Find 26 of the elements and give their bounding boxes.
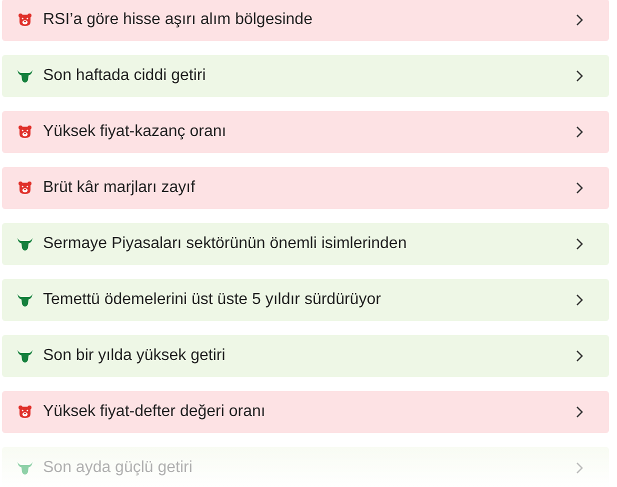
chevron-right-icon xyxy=(576,14,583,26)
bull-head-icon xyxy=(17,349,33,363)
chevron-right-icon xyxy=(576,126,583,138)
bear-face-icon xyxy=(18,405,32,419)
signal-row[interactable]: RSI’a göre hisse aşırı alım bölgesinde xyxy=(2,0,609,41)
signal-row[interactable]: Yüksek fiyat-defter değeri oranı xyxy=(2,391,609,433)
bull-head-icon xyxy=(17,69,33,83)
chevron-right-icon xyxy=(576,182,583,194)
bull-head-icon xyxy=(17,293,33,307)
chevron-right-icon xyxy=(576,462,583,474)
bear-face-icon xyxy=(18,13,32,27)
signal-row[interactable]: Sermaye Piyasaları sektörünün önemli isimlerinden xyxy=(2,223,609,265)
signal-row[interactable]: Son bir yılda yüksek getiri xyxy=(2,335,609,377)
bull-head-icon xyxy=(17,237,33,251)
chevron-right-icon xyxy=(576,238,583,250)
chevron-right-icon xyxy=(576,350,583,362)
signal-row[interactable]: Son haftada ciddi getiri xyxy=(2,55,609,97)
signal-row[interactable]: Temettü ödemelerini üst üste 5 yıldır sürdürüyor xyxy=(2,279,609,321)
bear-face-icon xyxy=(18,125,32,139)
signal-row[interactable]: Brüt kâr marjları zayıf xyxy=(2,167,609,209)
bull-head-icon xyxy=(17,461,33,475)
signal-row[interactable]: Yüksek fiyat-kazanç oranı xyxy=(2,111,609,153)
chevron-right-icon xyxy=(576,406,583,418)
chevron-right-icon xyxy=(576,70,583,82)
bear-face-icon xyxy=(18,181,32,195)
chevron-right-icon xyxy=(576,294,583,306)
